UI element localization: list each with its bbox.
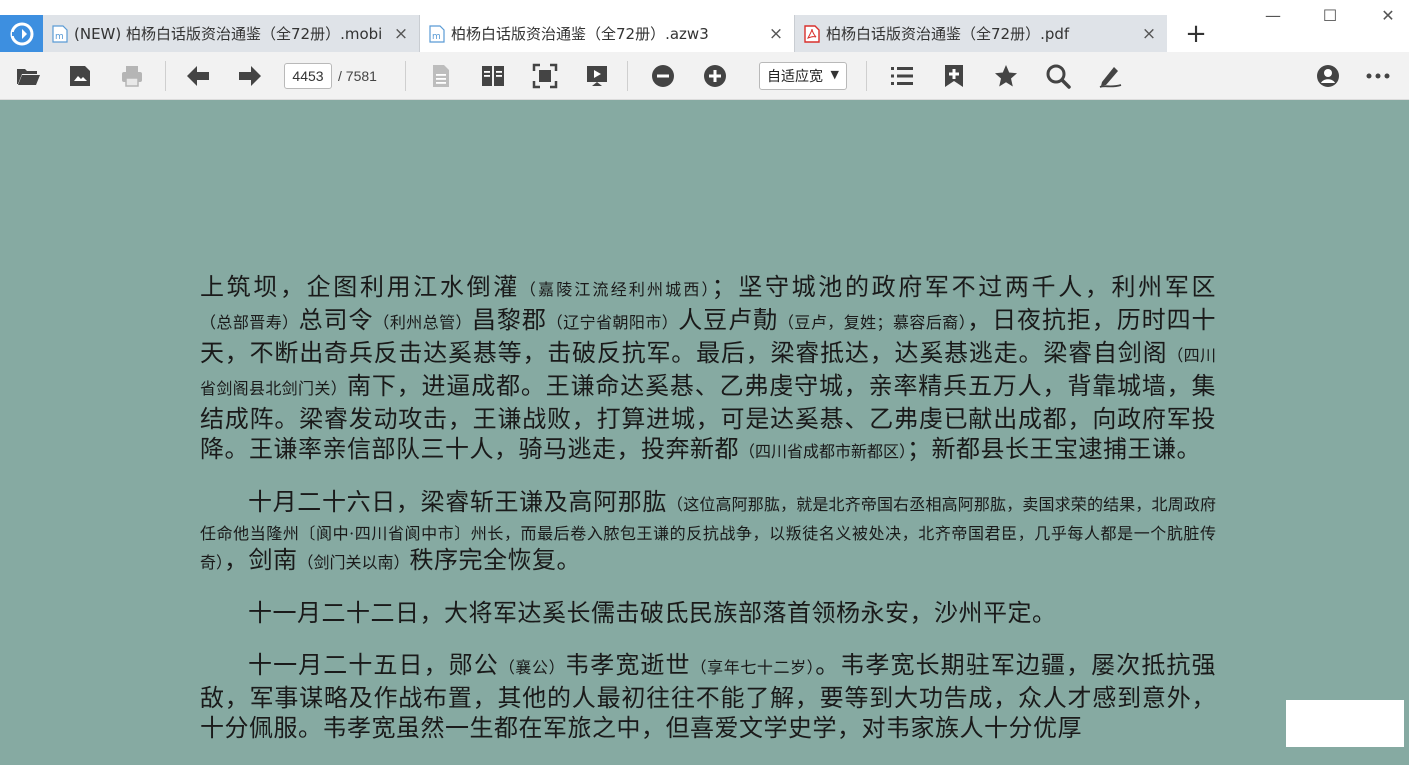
toolbar-divider [405, 61, 406, 91]
pdf-file-icon [804, 24, 820, 43]
tab-label: 柏杨白话版资治通鉴（全72册）.azw3 [451, 25, 709, 43]
tab-mobi[interactable]: m (NEW) 柏杨白话版资治通鉴（全72册）.mobi × [43, 15, 419, 52]
favorite-button[interactable] [992, 62, 1020, 90]
document-page: 上筑坝，企图利用江水倒灌（嘉陵江流经利州城西）；坚守城池的政府军不过两千人，利州… [200, 272, 1216, 765]
pen-icon [1099, 67, 1122, 88]
svg-text:m: m [432, 32, 441, 42]
body-text: 秩序完全恢复。 [409, 546, 582, 574]
annotation-text: （嘉陵江流经利州城西） [519, 280, 712, 299]
body-text: 人豆卢勣 [678, 306, 778, 334]
tab-azw3[interactable]: m 柏杨白话版资治通鉴（全72册）.azw3 × [420, 15, 794, 52]
paragraph: 十一月二十二日，大将军达奚长儒击破氐民族部落首领杨永安，沙州平定。 [200, 598, 1216, 628]
annotation-text: （豆卢，复姓；慕容后裔） [777, 313, 968, 332]
annotate-button[interactable] [1096, 62, 1124, 90]
mobi-file-icon: m [52, 24, 68, 43]
body-text: 十一月二十五日，郧公 [248, 651, 499, 679]
plus-circle-icon [704, 65, 726, 87]
add-bookmark-button[interactable] [940, 62, 968, 90]
body-text: 十一月二十二日，大将军达奚长儒击破氐民族部落首领杨永安，沙州平定。 [248, 599, 1057, 627]
annotation-text: （利州总管） [373, 313, 472, 332]
list-icon [891, 67, 913, 85]
page-number-input[interactable]: 4453 [284, 63, 332, 89]
arrow-left-icon [187, 66, 209, 86]
more-menu-button[interactable] [1364, 62, 1392, 90]
printer-icon [122, 66, 142, 87]
single-page-button[interactable] [427, 62, 455, 90]
save-button[interactable] [66, 62, 94, 90]
zoom-mode-select[interactable]: 自适应宽 ▼ [759, 62, 847, 90]
zoom-in-button[interactable] [701, 62, 729, 90]
folder-open-icon [17, 69, 40, 85]
paragraph: 十月二十六日，梁睿斩王谦及高阿那肱（这位高阿那肱，就是北齐帝国右丞相高阿那肱，卖… [200, 489, 1216, 576]
zoom-mode-label: 自适应宽 [767, 69, 823, 85]
page-total-label: / 7581 [338, 68, 377, 84]
maximize-button[interactable]: ☐ [1315, 4, 1345, 28]
save-image-icon [70, 66, 90, 86]
window-close-button[interactable]: ✕ [1373, 4, 1403, 28]
body-text: 十月二十六日，梁睿斩王谦及高阿那肱 [248, 488, 668, 516]
book-open-icon [482, 66, 504, 86]
paragraph: 十一月二十五日，郧公（襄公）韦孝宽逝世（享年七十二岁）。韦孝宽长期驻军边疆，屡次… [200, 650, 1216, 743]
user-avatar-icon [1317, 65, 1339, 87]
floating-panel [1286, 700, 1404, 747]
annotation-text: （辽宁省朝阳市） [546, 313, 679, 332]
more-dots-icon [1366, 73, 1390, 79]
body-text: ，剑南 [224, 546, 298, 574]
account-button[interactable] [1314, 62, 1342, 90]
toolbar-divider [165, 61, 166, 91]
toolbar-divider [866, 61, 867, 91]
body-text: 韦孝宽逝世 [565, 651, 691, 679]
tab-close-button[interactable]: × [764, 24, 788, 44]
annotation-text: （剑门关以南） [297, 553, 410, 572]
app-logo-icon[interactable] [0, 15, 43, 52]
svg-text:m: m [55, 32, 64, 42]
annotation-text: （襄公） [498, 658, 566, 677]
zoom-out-button[interactable] [649, 62, 677, 90]
bookmark-add-icon [945, 65, 963, 87]
paragraph: 上筑坝，企图利用江水倒灌（嘉陵江流经利州城西）；坚守城池的政府军不过两千人，利州… [200, 272, 1216, 467]
double-page-button[interactable] [479, 62, 507, 90]
body-text: ；新都县长王宝逮捕王谦。 [907, 435, 1202, 463]
back-button[interactable] [184, 62, 212, 90]
body-text: 昌黎郡 [471, 306, 547, 334]
print-button[interactable] [118, 62, 146, 90]
toolbar: 4453 / 7581 自适应宽 ▼ [0, 52, 1409, 100]
tab-bar: m (NEW) 柏杨白话版资治通鉴（全72册）.mobi × m 柏杨白话版资治… [0, 0, 1409, 52]
new-tab-button[interactable]: + [1182, 20, 1210, 48]
chevron-down-icon: ▼ [830, 68, 839, 81]
toolbar-divider [627, 61, 628, 91]
forward-button[interactable] [236, 62, 264, 90]
body-text: 总司令 [298, 306, 374, 334]
slideshow-button[interactable] [583, 62, 611, 90]
fit-screen-icon [532, 63, 558, 89]
annotation-text: （总部晋寿） [200, 313, 299, 332]
azw3-file-icon: m [429, 24, 445, 43]
open-folder-button[interactable] [14, 62, 42, 90]
tab-close-button[interactable]: × [1137, 24, 1161, 44]
tab-label: 柏杨白话版资治通鉴（全72册）.pdf [826, 25, 1070, 43]
minimize-button[interactable]: — [1258, 4, 1288, 28]
tab-close-button[interactable]: × [389, 24, 413, 44]
single-page-icon [433, 65, 449, 87]
toc-button[interactable] [888, 62, 916, 90]
body-text: 上筑坝，企图利用江水倒灌 [200, 273, 520, 301]
fit-page-button[interactable] [531, 62, 559, 90]
body-text: ；坚守城池的政府军不过两千人，利州军区 [711, 273, 1217, 301]
tab-pdf[interactable]: 柏杨白话版资治通鉴（全72册）.pdf × [795, 15, 1167, 52]
tab-label: (NEW) 柏杨白话版资治通鉴（全72册）.mobi [74, 25, 383, 43]
annotation-text: （享年七十二岁） [690, 658, 816, 677]
arrow-right-icon [239, 66, 261, 86]
search-icon [1046, 64, 1071, 89]
search-button[interactable] [1044, 62, 1072, 90]
star-icon [995, 65, 1017, 87]
minus-circle-icon [652, 65, 674, 87]
annotation-text: （四川省成都市新都区） [739, 442, 908, 461]
play-screen-icon [587, 66, 607, 86]
